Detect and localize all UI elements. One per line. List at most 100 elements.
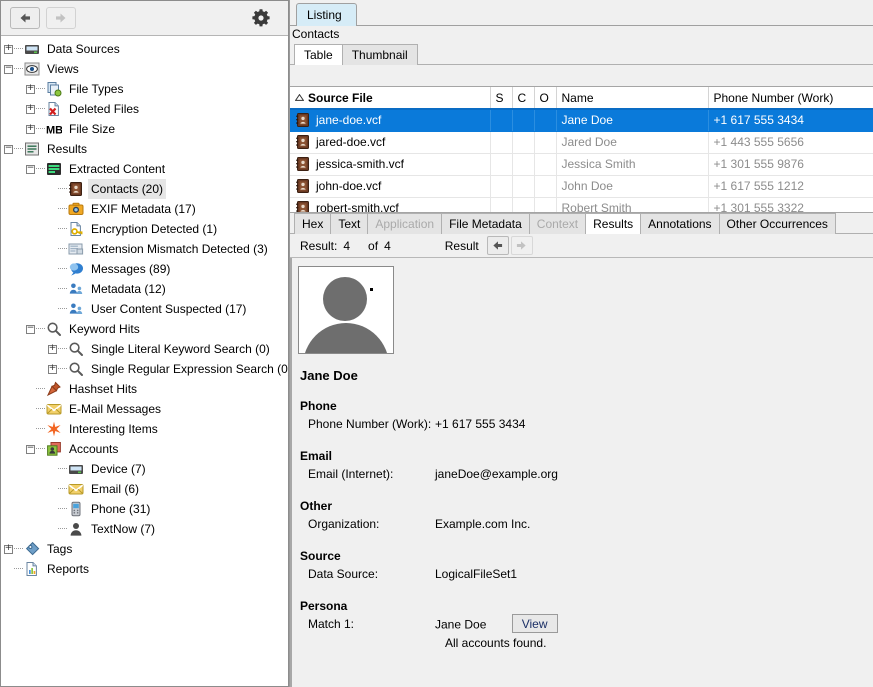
tree-guide-line [58,188,67,190]
detail-section-phone: PhonePhone Number (Work):+1 617 555 3434 [298,399,873,443]
table-body[interactable]: jane-doe.vcfJane Doe+1 617 555 3434jared… [290,109,873,212]
tree-item-data-sources[interactable]: +Data Sources [0,39,289,59]
tree-guide-line [58,208,67,210]
tree-item-encryption-detected-1[interactable]: Encryption Detected (1) [0,219,289,239]
tree-item-email-6[interactable]: Email (6) [0,479,289,499]
collapse-toggle-icon[interactable]: − [26,325,35,334]
expand-toggle-icon[interactable]: + [4,545,13,554]
forward-button[interactable] [46,7,76,29]
result-next-button[interactable] [511,236,533,255]
tree-guide-line [36,88,45,90]
messages-bubble-icon [68,261,84,277]
viewer-tab-application: Application [367,213,442,234]
tree-item-phone-31[interactable]: Phone (31) [0,499,289,519]
settings-button[interactable] [249,6,273,30]
tree-item-tags[interactable]: +Tags [0,539,289,559]
result-total: 4 [384,239,391,253]
tree-item-hashset-hits[interactable]: Hashset Hits [0,379,289,399]
tree-indent-spacer [26,405,35,414]
tree-item-exif-metadata-17[interactable]: EXIF Metadata (17) [0,199,289,219]
table-row[interactable]: john-doe.vcfJohn Doe+1 617 555 1212 [290,175,873,197]
tree-item-file-types[interactable]: +File Types [0,79,289,99]
tree-item-label: Results [44,139,90,159]
tree-item-label: Device (7) [88,459,149,479]
cell-phone: +1 617 555 3434 [708,109,873,131]
listing-subtab-thumbnail[interactable]: Thumbnail [342,44,418,65]
right-panel: Listing Contacts TableThumbnail Source F… [290,0,873,687]
tree-item-reports[interactable]: Reports [0,559,289,579]
column-header-name[interactable]: Name [556,87,708,109]
tree-item-label: Encryption Detected (1) [88,219,220,239]
viewer-tab-text[interactable]: Text [330,213,368,234]
file-types-icon [46,81,62,97]
tree-item-metadata-12[interactable]: Metadata (12) [0,279,289,299]
result-prev-button[interactable] [487,236,509,255]
tree-item-user-content-suspected-17[interactable]: User Content Suspected (17) [0,299,289,319]
column-header-label: Source File [308,91,373,105]
column-header-o[interactable]: O [534,87,556,109]
tree-item-results[interactable]: − Results [0,139,289,159]
tree-item-e-mail-messages[interactable]: E-Mail Messages [0,399,289,419]
tree-list[interactable]: +Data Sources−Views+File Types+Deleted F… [0,36,289,687]
viewer-tabstrip: HexTextApplicationFile MetadataContextRe… [290,212,873,234]
viewer-tab-file-metadata[interactable]: File Metadata [441,213,530,234]
tree-item-file-size[interactable]: +MBFile Size [0,119,289,139]
detail-sections: PhonePhone Number (Work):+1 617 555 3434… [298,399,873,593]
expand-toggle-icon[interactable]: + [26,125,35,134]
view-button[interactable]: View [512,614,558,633]
column-header-s[interactable]: S [490,87,512,109]
table-row[interactable]: jared-doe.vcfJared Doe+1 443 555 5656 [290,131,873,153]
viewer-tab-context: Context [529,213,586,234]
avatar-artifact-dot [370,288,373,291]
tree-item-label: EXIF Metadata (17) [88,199,199,219]
expand-toggle-icon[interactable]: + [48,345,57,354]
listing-subtab-table[interactable]: Table [294,44,343,65]
tree-item-extension-mismatch-detected-3[interactable]: Extension Mismatch Detected (3) [0,239,289,259]
tree-item-extracted-content[interactable]: −Extracted Content [0,159,289,179]
collapse-toggle-icon[interactable]: − [26,165,35,174]
tree-item-keyword-hits[interactable]: −Keyword Hits [0,319,289,339]
cell-name: Robert Smith [556,197,708,212]
table-row[interactable]: robert-smith.vcfRobert Smith+1 301 555 3… [290,197,873,212]
tab-listing[interactable]: Listing [296,3,357,26]
tree-item-single-literal-keyword-search-0[interactable]: +Single Literal Keyword Search (0) [0,339,289,359]
collapse-toggle-icon[interactable]: − [26,445,35,454]
table-row[interactable]: jane-doe.vcfJane Doe+1 617 555 3434 [290,109,873,131]
detail-section-other: OtherOrganization:Example.com Inc. [298,499,873,543]
tree-item-messages-89[interactable]: Messages (89) [0,259,289,279]
results-icon [24,141,40,157]
column-header-phone-number-work[interactable]: Phone Number (Work) [708,87,873,109]
tree-item-accounts[interactable]: −Accounts [0,439,289,459]
expand-toggle-icon[interactable]: + [26,105,35,114]
tree-item-interesting-items[interactable]: Interesting Items [0,419,289,439]
tree-guide-line [14,48,23,50]
cell-phone: +1 443 555 5656 [708,131,873,153]
detail-field-key: Email (Internet): [308,465,435,483]
tree-guide-line [58,228,67,230]
expand-toggle-icon[interactable]: + [4,45,13,54]
tree-item-textnow-7[interactable]: TextNow (7) [0,519,289,539]
column-header-source-file[interactable]: Source File [290,87,490,109]
collapse-toggle-icon[interactable]: − [4,145,13,154]
tree-item-contacts-20[interactable]: Contacts (20) [0,179,289,199]
expand-toggle-icon[interactable]: + [26,85,35,94]
metadata-icon [68,281,84,297]
cell-name: John Doe [556,175,708,197]
viewer-tab-results[interactable]: Results [585,213,641,234]
back-button[interactable] [10,7,40,29]
detail-section-title: Other [298,499,873,513]
column-header-c[interactable]: C [512,87,534,109]
tree-item-device-7[interactable]: Device (7) [0,459,289,479]
results-table-wrap[interactable]: Source File SCONamePhone Number (Work) ja… [290,87,873,212]
tree-item-single-regular-expression-search-0[interactable]: +Single Regular Expression Search (0) [0,359,289,379]
viewer-tab-annotations[interactable]: Annotations [640,213,719,234]
tree-item-deleted-files[interactable]: +Deleted Files [0,99,289,119]
collapse-toggle-icon[interactable]: − [4,65,13,74]
result-navigation-bar: Result: 4 of 4 Result [290,234,873,258]
expand-toggle-icon[interactable]: + [48,365,57,374]
table-row[interactable]: jessica-smith.vcfJessica Smith+1 301 555… [290,153,873,175]
viewer-tab-hex[interactable]: Hex [294,213,331,234]
viewer-tab-other-occurrences[interactable]: Other Occurrences [719,213,836,234]
cell-name: Jane Doe [556,109,708,131]
tree-item-views[interactable]: −Views [0,59,289,79]
